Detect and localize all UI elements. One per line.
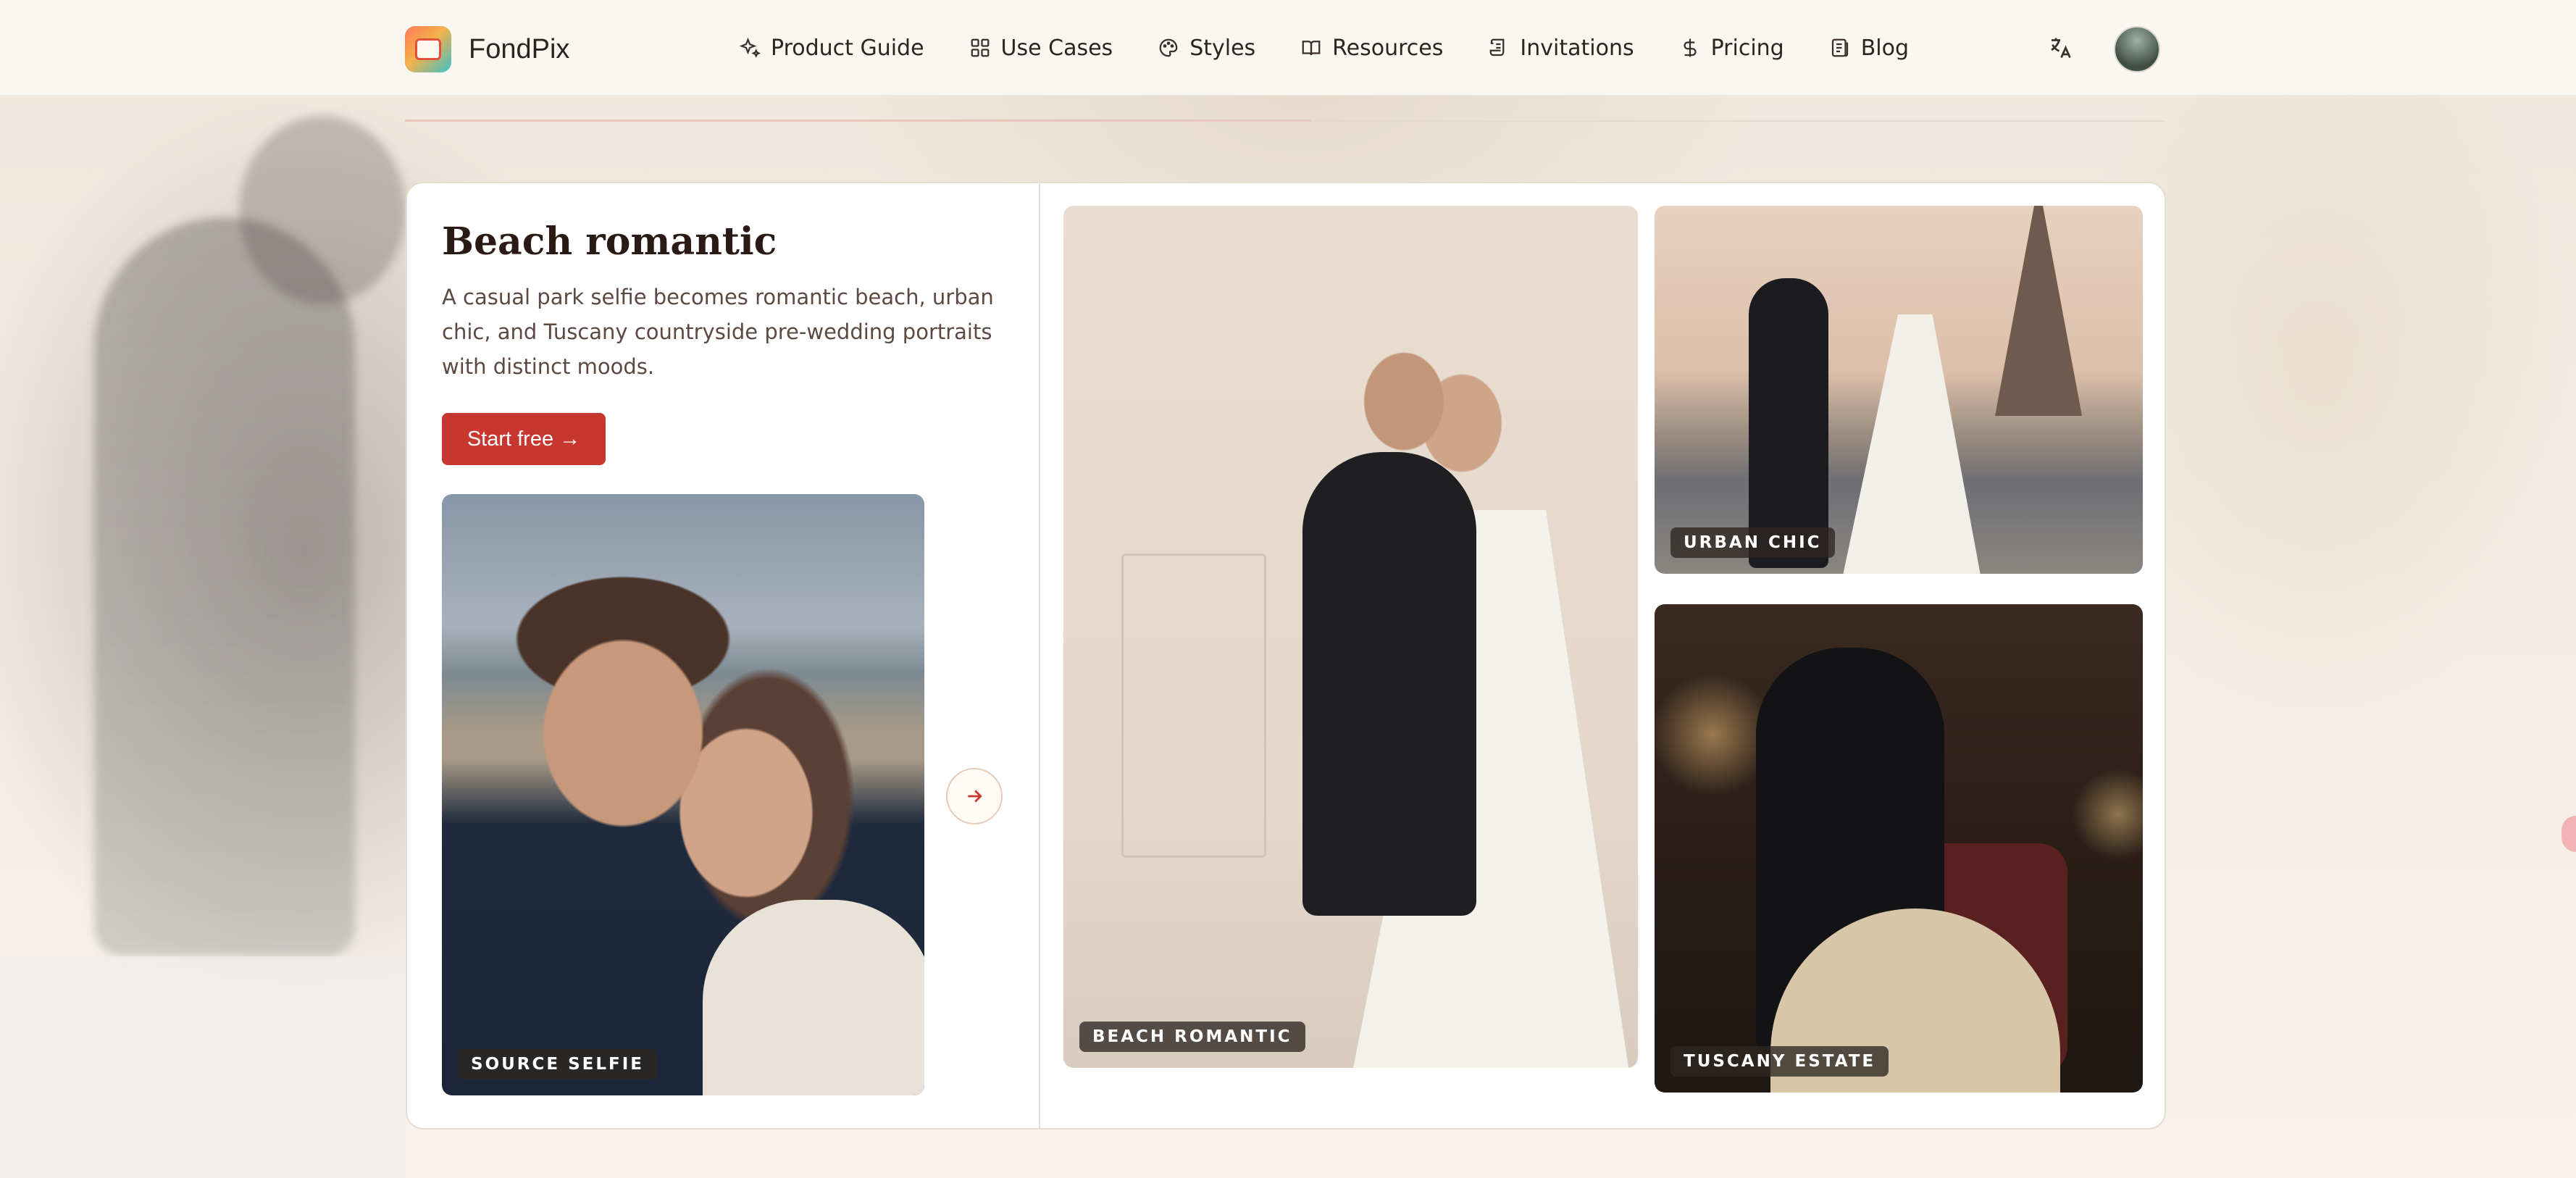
tuscany-estate-image[interactable]: TUSCANY ESTATE: [1655, 604, 2143, 1093]
nav-item-product-guide[interactable]: Product Guide: [739, 29, 924, 67]
nav-item-label: Pricing: [1710, 35, 1784, 61]
top-navigation: FondPix Product Guide Use Cases Styles R…: [0, 0, 2576, 96]
user-avatar[interactable]: [2114, 26, 2160, 72]
next-example-button[interactable]: [946, 768, 1003, 824]
nav-item-label: Product Guide: [771, 35, 924, 61]
nav-item-invitations[interactable]: Invitations: [1488, 29, 1634, 67]
arrow-right-icon: [968, 790, 982, 803]
image-tag: URBAN CHIC: [1670, 527, 1835, 558]
palette-icon: [1159, 38, 1178, 57]
nav-item-use-cases[interactable]: Use Cases: [969, 29, 1113, 67]
background-blur-figure: [94, 217, 355, 956]
sparkles-icon: [739, 37, 761, 58]
showcase-description: A casual park selfie becomes romantic be…: [442, 285, 994, 379]
card-divider: [1039, 183, 1040, 1128]
newspaper-icon: [1831, 38, 1848, 57]
nav-item-label: Invitations: [1520, 35, 1634, 61]
nav-item-pricing[interactable]: Pricing: [1679, 29, 1784, 67]
showcase-title: Beach romantic: [442, 220, 777, 264]
section-tab-underline: [405, 120, 2165, 122]
image-tag: BEACH ROMANTIC: [1079, 1022, 1305, 1052]
nav-item-styles[interactable]: Styles: [1158, 29, 1255, 67]
image-tag: TUSCANY ESTATE: [1670, 1046, 1889, 1077]
nav-item-label: Styles: [1189, 35, 1256, 61]
nav-item-blog[interactable]: Blog: [1829, 29, 1909, 67]
book-icon: [1302, 41, 1321, 56]
translate-icon[interactable]: [2047, 35, 2073, 61]
start-free-button[interactable]: Start free →: [442, 413, 606, 465]
showcase-card: Beach romantic A casual park selfie beco…: [406, 182, 2166, 1129]
nav-item-label: Blog: [1860, 35, 1910, 61]
urban-chic-image[interactable]: URBAN CHIC: [1655, 206, 2143, 574]
brand-link[interactable]: FondPix: [405, 26, 569, 72]
active-tab-indicator: [405, 120, 1310, 122]
main-menu: Product Guide Use Cases Styles Resources…: [739, 29, 1954, 67]
image-tag: SOURCE SELFIE: [458, 1049, 658, 1079]
fondpix-logo-icon: [405, 26, 451, 72]
grid-icon: [971, 38, 989, 57]
nav-item-resources[interactable]: Resources: [1300, 29, 1443, 67]
background-left-band: [0, 956, 406, 1178]
dollar-icon: [1683, 38, 1697, 57]
source-selfie-image: SOURCE SELFIE: [442, 494, 924, 1095]
nav-item-label: Resources: [1332, 35, 1444, 61]
scroll-icon: [1490, 38, 1505, 57]
brand-name: FondPix: [469, 33, 570, 64]
beach-romantic-image[interactable]: BEACH ROMANTIC: [1063, 206, 1638, 1068]
nav-item-label: Use Cases: [1000, 35, 1113, 61]
